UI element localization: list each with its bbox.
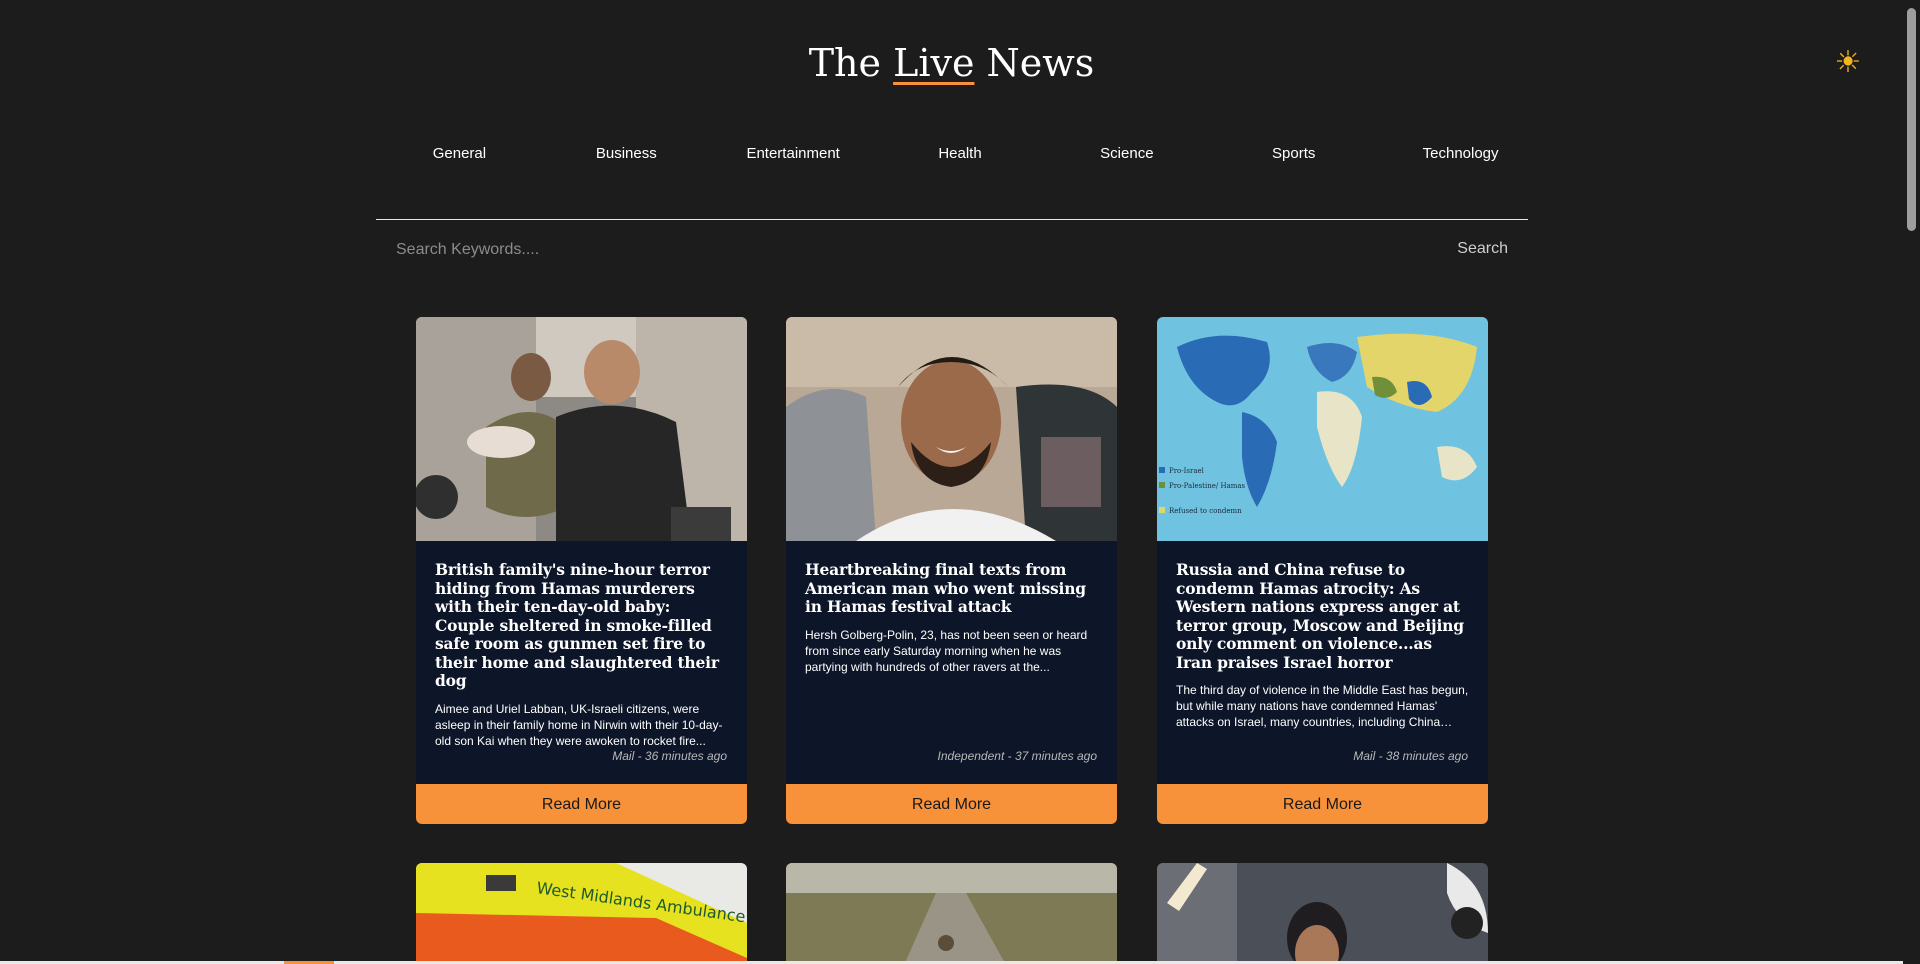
article-image-portrait [786,317,1117,541]
map-legend-refused: Refused to condemn [1169,507,1242,515]
site-title-suffix: News [974,41,1095,85]
news-card: West Midlands Ambulance Service EMERGENC… [416,863,747,964]
news-card: British family's nine-hour terror hiding… [416,317,747,824]
nav-item-science[interactable]: Science [1043,142,1210,166]
map-legend-pro-israel: Pro-Israel [1169,467,1205,475]
news-card: Heartbreaking final texts from American … [786,317,1117,824]
card-body: British family's nine-hour terror hiding… [435,560,729,749]
nav-item-entertainment[interactable]: Entertainment [710,142,877,166]
article-source-time: Mail - 36 minutes ago [612,749,727,763]
article-title[interactable]: British family's nine-hour terror hiding… [435,560,729,691]
news-card: Pro-Israel Pro-Palestine/ Hamas Refused … [1157,317,1488,824]
article-source-time: Independent - 37 minutes ago [937,749,1097,763]
article-title[interactable]: Russia and China refuse to condemn Hamas… [1176,560,1470,672]
card-body: Heartbreaking final texts from American … [805,560,1099,675]
article-description: Aimee and Uriel Labban, UK-Israeli citiz… [435,701,723,748]
site-title-prefix: The [808,41,894,85]
page-scrollbar[interactable] [1903,0,1920,964]
nav-item-sports[interactable]: Sports [1210,142,1377,166]
site-title[interactable]: The Live News [0,38,1903,88]
theme-toggle-button[interactable]: ☀ [1830,44,1866,80]
article-image-cricket [1157,863,1488,964]
category-nav: General Business Entertainment Health Sc… [376,142,1544,166]
search-input[interactable] [394,234,1298,266]
article-description: The third day of violence in the Middle … [1176,683,1469,729]
article-description: Hersh Golberg-Polin, 23, has not been se… [805,627,1088,674]
nav-item-technology[interactable]: Technology [1377,142,1544,166]
article-source-time: Mail - 38 minutes ago [1353,749,1468,763]
article-image-family [416,317,747,541]
nav-item-general[interactable]: General [376,142,543,166]
scrollbar-thumb[interactable] [1907,8,1916,231]
article-image-ambulance: West Midlands Ambulance Service EMERGENC… [416,863,747,964]
site-title-accent: Live [893,41,975,85]
news-card [786,863,1117,964]
read-more-button[interactable]: Read More [1157,784,1488,824]
sun-icon: ☀ [1834,44,1862,80]
page: The Live News ☀ General Business Enterta… [0,0,1903,964]
card-body: Russia and China refuse to condemn Hamas… [1176,560,1470,730]
search-button[interactable]: Search [1457,234,1508,264]
article-title[interactable]: Heartbreaking final texts from American … [805,560,1099,617]
map-legend-pro-palestine: Pro-Palestine/ Hamas [1169,482,1246,490]
read-more-button[interactable]: Read More [416,784,747,824]
article-image-world-map: Pro-Israel Pro-Palestine/ Hamas Refused … [1157,317,1488,541]
nav-item-health[interactable]: Health [877,142,1044,166]
news-card [1157,863,1488,964]
article-image-road [786,863,1117,964]
nav-item-business[interactable]: Business [543,142,710,166]
read-more-button[interactable]: Read More [786,784,1117,824]
search-bar: Search [376,219,1528,280]
